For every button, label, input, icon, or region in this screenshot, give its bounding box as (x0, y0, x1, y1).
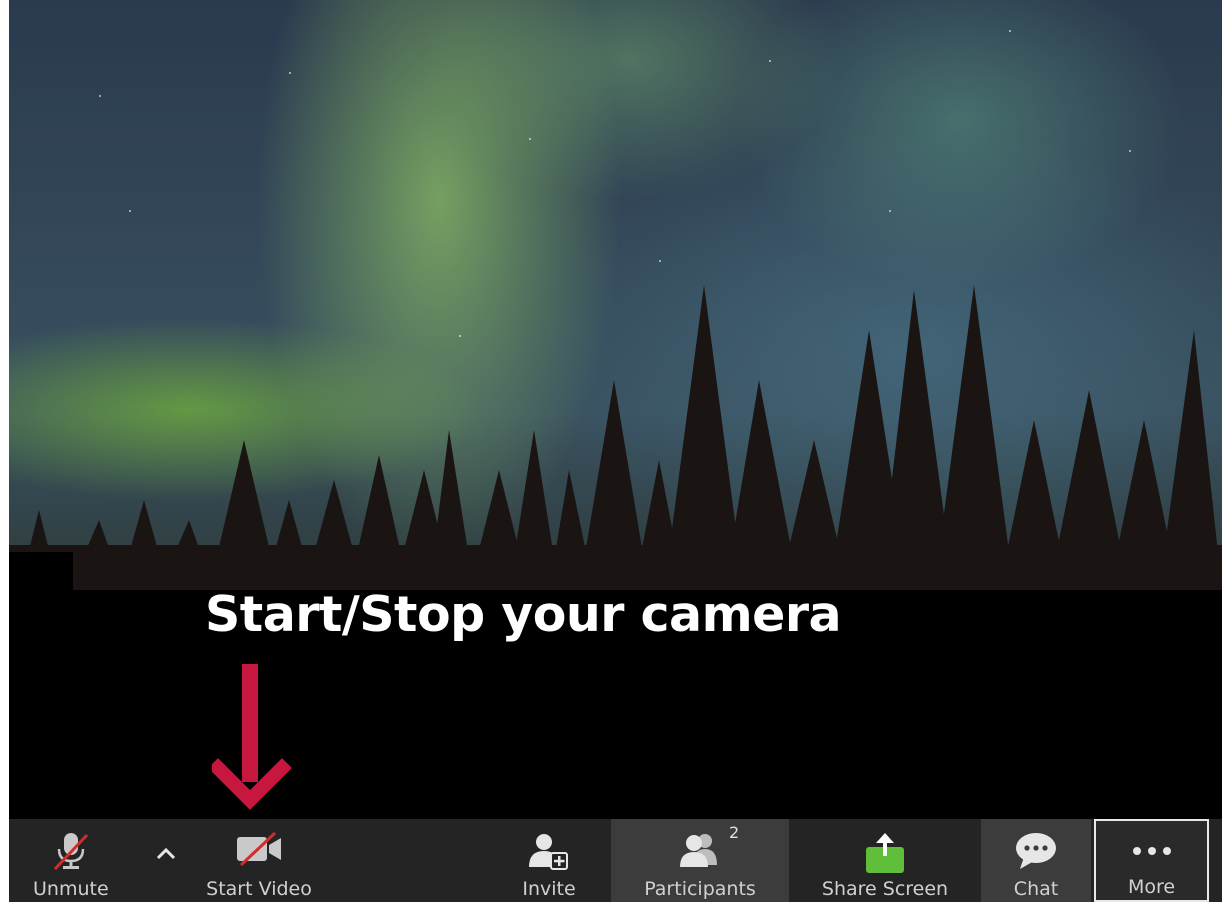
participants-label: Participants (644, 878, 756, 900)
chat-button[interactable]: Chat (981, 819, 1091, 902)
video-background (9, 0, 1222, 590)
start-video-label: Start Video (206, 878, 312, 900)
annotation-caption: Start/Stop your camera (205, 586, 842, 643)
add-user-icon (529, 834, 568, 870)
participants-icon (680, 834, 717, 867)
invite-button[interactable]: Invite (499, 819, 599, 902)
unmute-button[interactable]: Unmute (9, 819, 133, 902)
meeting-toolbar: Unmute Start Video Invite 2 Participants… (9, 819, 1222, 902)
chat-label: Chat (1013, 878, 1059, 900)
share-screen-icon (866, 833, 904, 873)
participants-button[interactable]: 2 Participants (611, 819, 789, 902)
share-screen-button[interactable]: Share Screen (805, 819, 965, 902)
more-label: More (1127, 876, 1176, 898)
microphone-muted-icon (53, 833, 89, 871)
chat-bubble-icon (1016, 833, 1056, 869)
start-video-button[interactable]: Start Video (189, 819, 329, 902)
video-camera-off-icon (237, 831, 281, 867)
invite-label: Invite (522, 878, 576, 900)
participants-count: 2 (729, 823, 740, 842)
more-button[interactable]: More (1094, 819, 1209, 902)
audio-options-chevron-up-icon[interactable] (155, 847, 177, 861)
share-screen-label: Share Screen (821, 878, 949, 900)
annotation-arrow-icon (212, 664, 292, 810)
unmute-label: Unmute (33, 878, 109, 900)
more-dots-icon (1132, 847, 1171, 855)
overlay-notch (9, 552, 73, 592)
tree-silhouettes (9, 285, 1222, 590)
